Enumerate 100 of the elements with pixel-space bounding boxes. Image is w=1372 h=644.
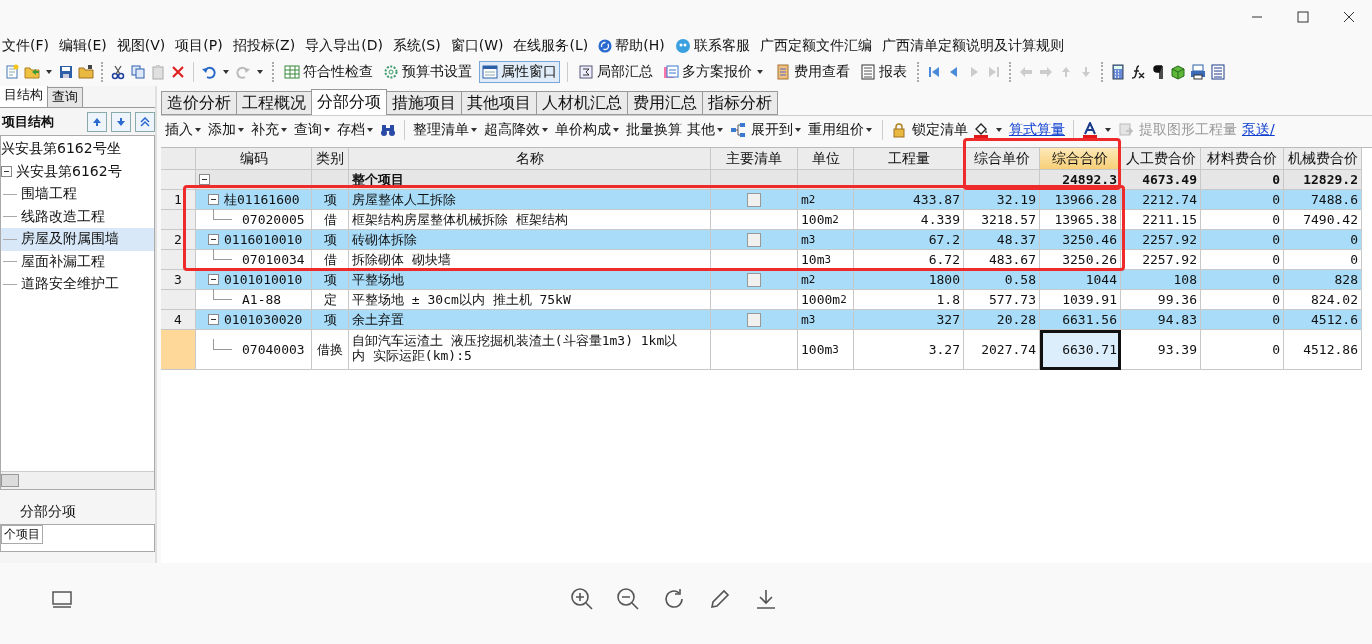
paint-bucket-icon[interactable]: [973, 122, 989, 138]
toolbar-link[interactable]: 泵送/: [1242, 121, 1275, 139]
window-icon[interactable]: [482, 64, 498, 80]
row-header[interactable]: 3: [161, 270, 196, 290]
toolbar-menu[interactable]: 展开到: [751, 121, 803, 139]
download-icon[interactable]: [754, 587, 778, 611]
scrollbar[interactable]: [1, 471, 154, 489]
zoom-out-icon[interactable]: [616, 587, 640, 611]
toolbar-button[interactable]: 符合性检查: [281, 61, 376, 83]
cube-icon[interactable]: [1170, 64, 1186, 80]
menu-item[interactable]: 视图(V): [116, 36, 166, 55]
toolbar-menu[interactable]: 整理清单: [413, 121, 479, 139]
column-header[interactable]: 材料费合价: [1201, 148, 1284, 170]
tree-item[interactable]: 屋面补漏工程: [1, 250, 154, 273]
checkbox[interactable]: [747, 272, 761, 287]
menu-item[interactable]: 项目(P): [175, 36, 223, 55]
tree-item[interactable]: 兴安县第6162号坐: [1, 138, 154, 161]
toolbar-link[interactable]: 算式算量: [1009, 121, 1065, 139]
toolbar-menu[interactable]: 查询: [294, 121, 332, 139]
toolbar-button[interactable]: 预算书设置: [380, 61, 475, 83]
tree-item[interactable]: 围墙工程: [1, 183, 154, 206]
tree-item[interactable]: 道路安全维护工: [1, 273, 154, 296]
tree-item[interactable]: 兴安县第6162号: [1, 160, 154, 183]
column-header[interactable]: 名称: [349, 148, 711, 170]
cost-icon[interactable]: [775, 64, 791, 80]
toolbar-button[interactable]: 多方案报价: [660, 61, 768, 83]
column-header[interactable]: 人工费合价: [1121, 148, 1201, 170]
checkbox[interactable]: [747, 232, 761, 247]
tab[interactable]: 造价分析: [161, 91, 237, 115]
column-header[interactable]: 综合合价: [1040, 148, 1121, 170]
tab[interactable]: 其他项目: [461, 91, 537, 115]
plans-icon[interactable]: [663, 64, 679, 80]
tree-item[interactable]: 线路改造工程: [1, 205, 154, 228]
move-down-button[interactable]: [111, 111, 131, 132]
checkbox[interactable]: [747, 312, 761, 327]
lock-icon[interactable]: [891, 122, 907, 138]
menu-item[interactable]: 联系客服: [674, 36, 750, 55]
layout-icon[interactable]: [52, 591, 72, 609]
caret-icon[interactable]: [46, 70, 52, 74]
menu-item[interactable]: 系统(S): [392, 36, 441, 55]
tab[interactable]: 分部分项: [311, 89, 387, 115]
toolbar-menu[interactable]: 补充: [251, 121, 289, 139]
menu-item[interactable]: 广西定额文件汇编: [759, 36, 872, 55]
menu-item[interactable]: 帮助(H): [598, 36, 665, 55]
summary-icon[interactable]: [578, 64, 594, 80]
rotate-icon[interactable]: [662, 587, 686, 611]
menu-item[interactable]: 文件(F): [2, 36, 49, 55]
row-header[interactable]: 4: [161, 310, 196, 330]
calculator-icon[interactable]: [1110, 64, 1126, 80]
toolbar-button[interactable]: 锁定清单: [912, 121, 968, 139]
close-icon[interactable]: [1343, 10, 1355, 23]
column-header[interactable]: 主要清单: [711, 148, 798, 170]
copy-icon[interactable]: [130, 64, 146, 80]
folder-icon[interactable]: [78, 64, 94, 80]
menu-item[interactable]: 在线服务(L): [513, 36, 589, 55]
column-header[interactable]: 机械费合价: [1284, 148, 1362, 170]
row-header[interactable]: [161, 170, 196, 190]
move-up-button[interactable]: [87, 111, 107, 132]
menu-item[interactable]: 招投标(Z): [232, 36, 296, 55]
toolbar-button[interactable]: 属性窗口: [479, 61, 560, 83]
tab[interactable]: 费用汇总: [627, 91, 703, 115]
column-header[interactable]: 单位: [798, 148, 854, 170]
list-item[interactable]: 个项目: [1, 525, 43, 544]
checkbox[interactable]: [747, 192, 761, 207]
toolbar-menu[interactable]: 插入: [165, 121, 203, 139]
delete-icon[interactable]: [170, 64, 186, 80]
toolbar-button[interactable]: 费用查看: [772, 61, 853, 83]
spreadsheet-icon[interactable]: [284, 64, 300, 80]
function-icon[interactable]: [1130, 64, 1146, 80]
caret-icon[interactable]: [223, 70, 229, 74]
tab[interactable]: 措施项目: [386, 91, 462, 115]
menu-item[interactable]: 导入导出(D): [305, 36, 383, 55]
toolbar-menu[interactable]: 单价构成: [555, 121, 621, 139]
font-color-icon[interactable]: [1082, 122, 1098, 138]
pilcrow-icon[interactable]: [1150, 64, 1166, 80]
toolbar-menu[interactable]: 其他: [687, 121, 725, 139]
toolbar-menu[interactable]: 重用组价: [808, 121, 874, 139]
menu-item[interactable]: 广西清单定额说明及计算规则: [881, 36, 1064, 55]
tab[interactable]: 人材机汇总: [536, 91, 628, 115]
maximize-icon[interactable]: [1297, 10, 1309, 23]
gear-icon[interactable]: [383, 64, 399, 80]
collapse-icon[interactable]: [208, 314, 219, 325]
undo-icon[interactable]: [201, 64, 217, 80]
save-icon[interactable]: [58, 64, 74, 80]
pencil-icon[interactable]: [708, 587, 732, 611]
toolbar-menu[interactable]: 添加: [208, 121, 246, 139]
column-header[interactable]: 类别: [312, 148, 349, 170]
caret-icon[interactable]: [996, 128, 1002, 132]
column-header[interactable]: 综合单价: [964, 148, 1040, 170]
scissors-icon[interactable]: [110, 64, 126, 80]
zoom-in-icon[interactable]: [570, 587, 594, 611]
collapse-icon[interactable]: [208, 234, 219, 245]
tab[interactable]: 工程概况: [236, 91, 312, 115]
tab[interactable]: 指标分析: [702, 91, 778, 115]
collapse-icon[interactable]: [1, 166, 12, 178]
toolbar-menu[interactable]: 超高降效: [484, 121, 550, 139]
toolbar-button[interactable]: 局部汇总: [575, 61, 656, 83]
menu-item[interactable]: 窗口(W): [450, 36, 504, 55]
tree-item[interactable]: 房屋及附属围墙: [1, 228, 154, 251]
toolbar-button[interactable]: 报表: [857, 61, 910, 83]
